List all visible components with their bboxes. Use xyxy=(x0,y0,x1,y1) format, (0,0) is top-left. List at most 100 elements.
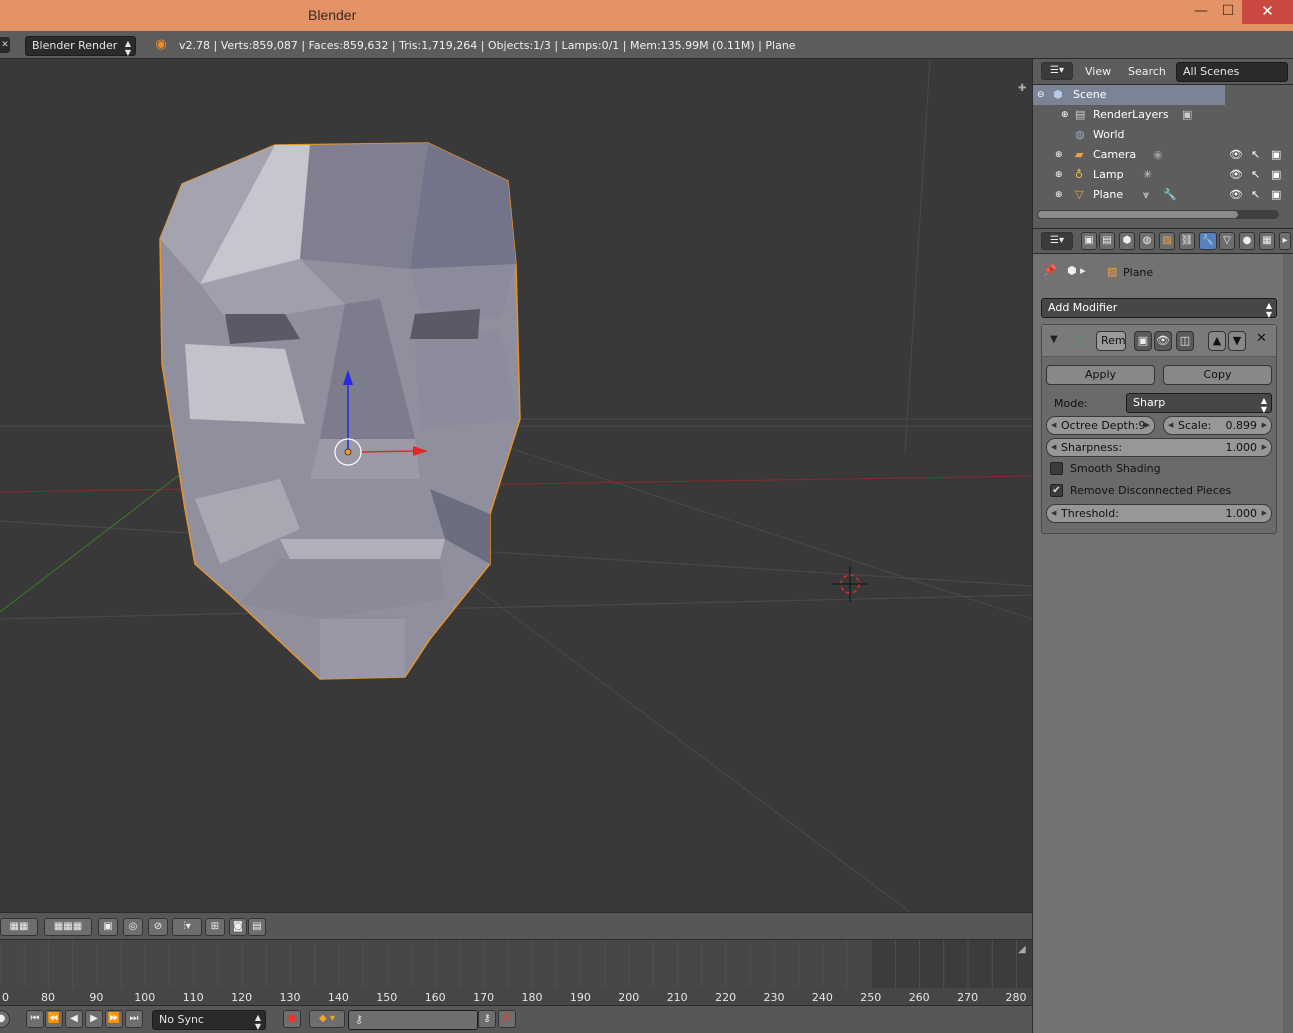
tab-more-icon[interactable]: ▸ xyxy=(1279,232,1291,250)
properties-editor-type-icon[interactable]: ☰▾ xyxy=(1041,232,1073,250)
selectable-cursor-icon[interactable]: ↖ xyxy=(1251,185,1260,205)
decrement-arrow-icon[interactable]: ◀ xyxy=(1051,417,1056,434)
tab-render-icon[interactable]: ▣ xyxy=(1081,232,1097,250)
play-icon[interactable]: ▶ xyxy=(85,1010,103,1028)
move-modifier-up-icon[interactable]: ▲ xyxy=(1208,331,1226,351)
outliner-row-plane[interactable]: ⊕ ▽ Plane ⩔ 🔧 👁 ↖ ▣ xyxy=(1033,185,1293,205)
scene-filter-dropdown[interactable]: All Scenes xyxy=(1176,62,1288,82)
tab-texture-icon[interactable]: ▦ xyxy=(1259,232,1275,250)
maximize-button[interactable]: ☐ xyxy=(1215,0,1241,24)
viewport-canvas[interactable]: ✚ xyxy=(0,59,1032,912)
jump-start-icon[interactable]: ⏮ xyxy=(26,1010,44,1028)
x-axis-manipulator[interactable] xyxy=(361,450,416,453)
timeline-canvas[interactable]: 0 80 90 100 110 120 130 140 150 160 170 180 190 200 21… xyxy=(0,940,1032,1006)
tab-renderlayers-icon[interactable]: ▤ xyxy=(1099,232,1115,250)
layer-buttons-1[interactable]: ▦▦ xyxy=(0,918,38,936)
outliner-row-camera[interactable]: ⊕ ▰ Camera ◉ 👁 ↖ ▣ xyxy=(1033,145,1293,165)
play-reverse-icon[interactable]: ◀ xyxy=(65,1010,83,1028)
outliner-search-menu[interactable]: Search xyxy=(1128,65,1166,78)
keying-set-icon[interactable]: ◆ ▾ xyxy=(309,1010,345,1028)
selectable-cursor-icon[interactable]: ↖ xyxy=(1251,145,1260,165)
scale-field[interactable]: ◀ Scale: 0.899 ▶ xyxy=(1163,416,1272,435)
viewport-expand-icon[interactable]: ✚ xyxy=(1018,83,1026,94)
tab-material-icon[interactable]: ● xyxy=(1239,232,1255,250)
expand-icon[interactable]: ⊕ xyxy=(1061,105,1069,125)
timeline-corner-icon[interactable]: ◢ xyxy=(1018,944,1026,955)
outliner-row-renderlayers[interactable]: ⊕ ▤ RenderLayers ▣ xyxy=(1033,105,1293,125)
visibility-eye-icon[interactable]: 👁 xyxy=(1229,165,1243,185)
render-icon[interactable]: ◙ xyxy=(229,918,247,936)
expand-icon[interactable]: ⊕ xyxy=(1055,165,1063,185)
decrement-arrow-icon[interactable]: ◀ xyxy=(1051,505,1056,522)
outliner-view-menu[interactable]: View xyxy=(1085,65,1111,78)
remove-disconnected-checkbox[interactable]: ✔ xyxy=(1050,484,1063,497)
outliner-scrollbar-track[interactable] xyxy=(1037,210,1279,219)
octree-depth-field[interactable]: ◀ Octree Depth:9 ▶ xyxy=(1046,416,1155,435)
sync-mode-dropdown[interactable]: No Sync ▲ ▼ xyxy=(152,1010,266,1031)
outliner-row-scene[interactable]: ⊖ ⬢ Scene xyxy=(1033,85,1225,105)
add-modifier-dropdown[interactable]: Add Modifier ▲ ▼ xyxy=(1041,298,1277,319)
decrement-arrow-icon[interactable]: ◀ xyxy=(1051,439,1056,456)
close-button[interactable]: ✕ xyxy=(1242,0,1293,24)
sharpness-field[interactable]: ◀ Sharpness: 1.000 ▶ xyxy=(1046,438,1272,457)
tab-modifiers-icon[interactable]: 🔧 xyxy=(1199,232,1217,250)
threshold-field[interactable]: ◀ Threshold: 1.000 ▶ xyxy=(1046,504,1272,523)
outliner-row-world[interactable]: ◍ World xyxy=(1033,125,1293,145)
mode-dropdown[interactable]: Sharp ▲ ▼ xyxy=(1126,393,1272,414)
collapse-panel-icon[interactable]: ▼ xyxy=(1050,334,1058,345)
snap-icon[interactable]: ⊘ xyxy=(148,918,168,936)
lock-camera-icon[interactable]: ▣ xyxy=(98,918,118,936)
apply-button[interactable]: Apply xyxy=(1046,365,1155,385)
tab-scene-icon[interactable]: ⬢ xyxy=(1119,232,1135,250)
3d-cursor-icon[interactable] xyxy=(832,566,868,602)
layer-buttons-2[interactable]: ▦▦▦ xyxy=(44,918,92,936)
jump-keyframe-forward-icon[interactable]: ⏩ xyxy=(105,1010,123,1028)
increment-arrow-icon[interactable]: ▶ xyxy=(1145,417,1150,434)
snap-element-dropdown[interactable]: ⫶▾ xyxy=(172,918,202,936)
face-mesh-object[interactable] xyxy=(159,142,521,680)
keying-set-field[interactable]: ⚷ xyxy=(348,1010,478,1030)
selectable-cursor-icon[interactable]: ↖ xyxy=(1251,165,1260,185)
render-engine-dropdown[interactable]: Blender Render ▲ ▼ xyxy=(25,36,136,57)
expand-icon[interactable]: ⊕ xyxy=(1055,145,1063,165)
copy-button[interactable]: Copy xyxy=(1163,365,1272,385)
overlay-icon[interactable]: ⊞ xyxy=(205,918,225,936)
jump-end-icon[interactable]: ⏭ xyxy=(125,1010,143,1028)
editor-type-icon[interactable]: ✕ xyxy=(0,37,10,53)
modifier-editmode-toggle-icon[interactable]: ◫ xyxy=(1176,331,1194,351)
increment-arrow-icon[interactable]: ▶ xyxy=(1262,417,1267,434)
remove-modifier-icon[interactable]: ✕ xyxy=(1256,331,1267,346)
pin-icon[interactable]: 📌 xyxy=(1043,264,1057,277)
play-mode-icon[interactable]: ● xyxy=(0,1010,10,1028)
outliner[interactable]: ⊖ ⬢ Scene ⊕ ▤ RenderLayers ▣ ◍ World ⊕ ▰… xyxy=(1033,85,1293,228)
expand-icon[interactable]: ⊕ xyxy=(1055,185,1063,205)
smooth-shading-checkbox[interactable] xyxy=(1050,462,1063,475)
outliner-scrollbar-thumb[interactable] xyxy=(1038,211,1238,218)
increment-arrow-icon[interactable]: ▶ xyxy=(1262,439,1267,456)
renderable-camera-icon[interactable]: ▣ xyxy=(1271,165,1281,185)
minimize-button[interactable]: — xyxy=(1188,0,1214,24)
tab-data-icon[interactable]: ▽ xyxy=(1219,232,1235,250)
collapse-icon[interactable]: ⊖ xyxy=(1037,85,1045,105)
increment-arrow-icon[interactable]: ▶ xyxy=(1262,505,1267,522)
record-icon[interactable]: ● xyxy=(283,1010,301,1028)
modifier-viewport-toggle-icon[interactable]: 👁 xyxy=(1154,331,1172,351)
delete-keyframe-icon[interactable]: ✗ xyxy=(498,1010,516,1028)
render-animation-icon[interactable]: ▤ xyxy=(248,918,266,936)
modifier-render-toggle-icon[interactable]: ▣ xyxy=(1134,331,1152,351)
insert-keyframe-icon[interactable]: ⚷ xyxy=(478,1010,496,1028)
tab-object-icon[interactable]: ▧ xyxy=(1159,232,1175,250)
timeline-editor[interactable]: 0 80 90 100 110 120 130 140 150 160 170 180 190 200 21… xyxy=(0,939,1032,1006)
tab-constraints-icon[interactable]: ⛓ xyxy=(1179,232,1195,250)
outliner-row-lamp[interactable]: ⊕ ♁ Lamp ✳ 👁 ↖ ▣ xyxy=(1033,165,1293,185)
renderable-camera-icon[interactable]: ▣ xyxy=(1271,185,1281,205)
3d-viewport[interactable]: ✚ xyxy=(0,59,1032,912)
outliner-editor-type-icon[interactable]: ☰▾ xyxy=(1041,62,1073,80)
visibility-eye-icon[interactable]: 👁 xyxy=(1229,185,1243,205)
decrement-arrow-icon[interactable]: ◀ xyxy=(1168,417,1173,434)
properties-scrollbar[interactable] xyxy=(1283,254,1293,1033)
proportional-edit-icon[interactable]: ◎ xyxy=(123,918,143,936)
visibility-eye-icon[interactable]: 👁 xyxy=(1229,145,1243,165)
modifier-name-field[interactable]: Rem xyxy=(1096,331,1126,351)
jump-keyframe-back-icon[interactable]: ⏪ xyxy=(45,1010,63,1028)
